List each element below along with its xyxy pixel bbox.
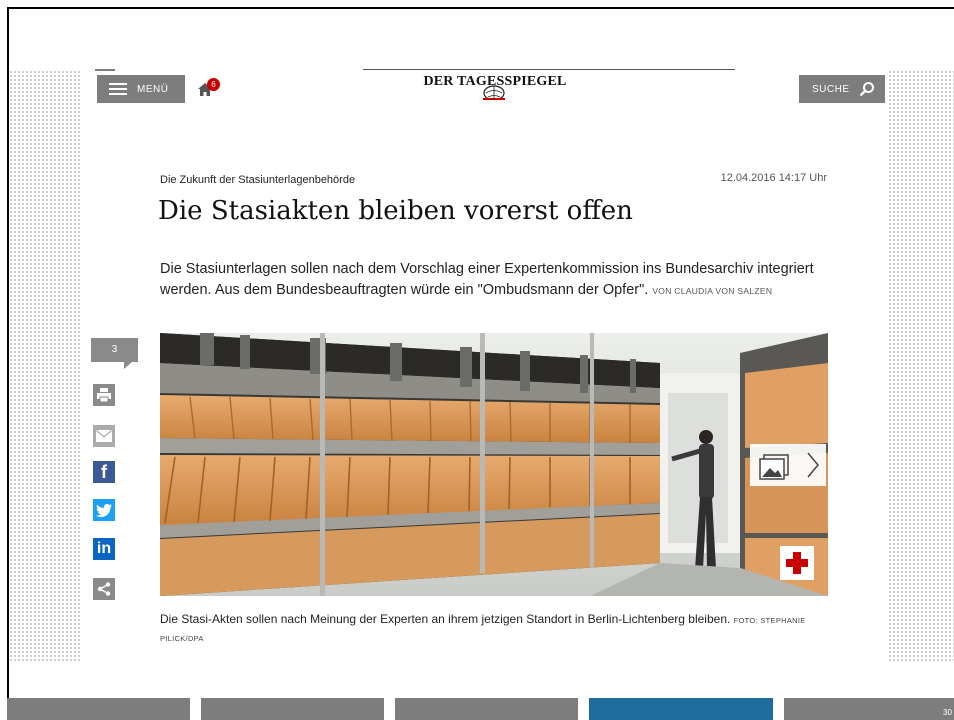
plus-icon: [786, 552, 808, 574]
article-headline: Die Stasiakten bleiben vorerst offen: [158, 196, 633, 226]
bottom-segment-3[interactable]: [395, 698, 578, 720]
article-timestamp: 12.04.2016 14:17 Uhr: [720, 172, 827, 184]
facebook-icon: f: [101, 461, 107, 482]
logo-rule: [363, 69, 735, 70]
menu-label: MENÜ: [137, 83, 169, 95]
dotted-margin-left: [9, 70, 81, 662]
comment-count-button[interactable]: 3: [91, 338, 138, 369]
share-icon: [97, 582, 111, 596]
twitter-icon: [96, 503, 112, 517]
print-button[interactable]: [93, 384, 115, 406]
frame-border-top: [8, 7, 954, 9]
facebook-button[interactable]: f: [93, 461, 115, 483]
bottom-nav-bar: [0, 698, 954, 720]
bottom-segment-4[interactable]: [589, 698, 773, 720]
expand-button[interactable]: [780, 546, 814, 580]
linkedin-icon: in: [96, 540, 112, 557]
article-lead: Die Stasiunterlagen sollen nach dem Vors…: [160, 259, 840, 302]
search-label: SUCHE: [812, 83, 850, 95]
print-icon: [97, 388, 111, 402]
share-more-button[interactable]: [93, 578, 115, 600]
home-button[interactable]: 6: [198, 78, 224, 100]
search-button[interactable]: SUCHE: [799, 75, 885, 103]
notification-badge: 6: [207, 78, 220, 91]
logo-red-bar: [483, 98, 505, 100]
bottom-segment-2[interactable]: [201, 698, 384, 720]
article-photo[interactable]: [160, 333, 828, 596]
page-number: 30: [943, 708, 952, 717]
bottom-segment-1[interactable]: [7, 698, 190, 720]
dotted-margin-right: [888, 70, 954, 662]
caption-text: Die Stasi-Akten sollen nach Meinung der …: [160, 612, 731, 626]
gallery-button[interactable]: [750, 444, 826, 486]
linkedin-button[interactable]: in: [93, 538, 115, 560]
menu-button[interactable]: MENÜ: [97, 75, 185, 103]
archive-shelves-image: [160, 333, 828, 596]
photo-caption: Die Stasi-Akten sollen nach Meinung der …: [160, 611, 840, 647]
bottom-segment-5[interactable]: [784, 698, 954, 720]
mail-button[interactable]: [93, 425, 115, 447]
twitter-button[interactable]: [93, 499, 115, 521]
search-icon: [859, 82, 874, 97]
mail-icon: [96, 430, 112, 442]
author-byline[interactable]: VON CLAUDIA VON SALZEN: [652, 286, 772, 296]
menu-accent-line: [95, 69, 115, 71]
gallery-icon: [759, 452, 819, 480]
hamburger-icon: [109, 83, 127, 95]
article-kicker: Die Zukunft der Stasiunterlagenbehörde: [160, 174, 356, 186]
